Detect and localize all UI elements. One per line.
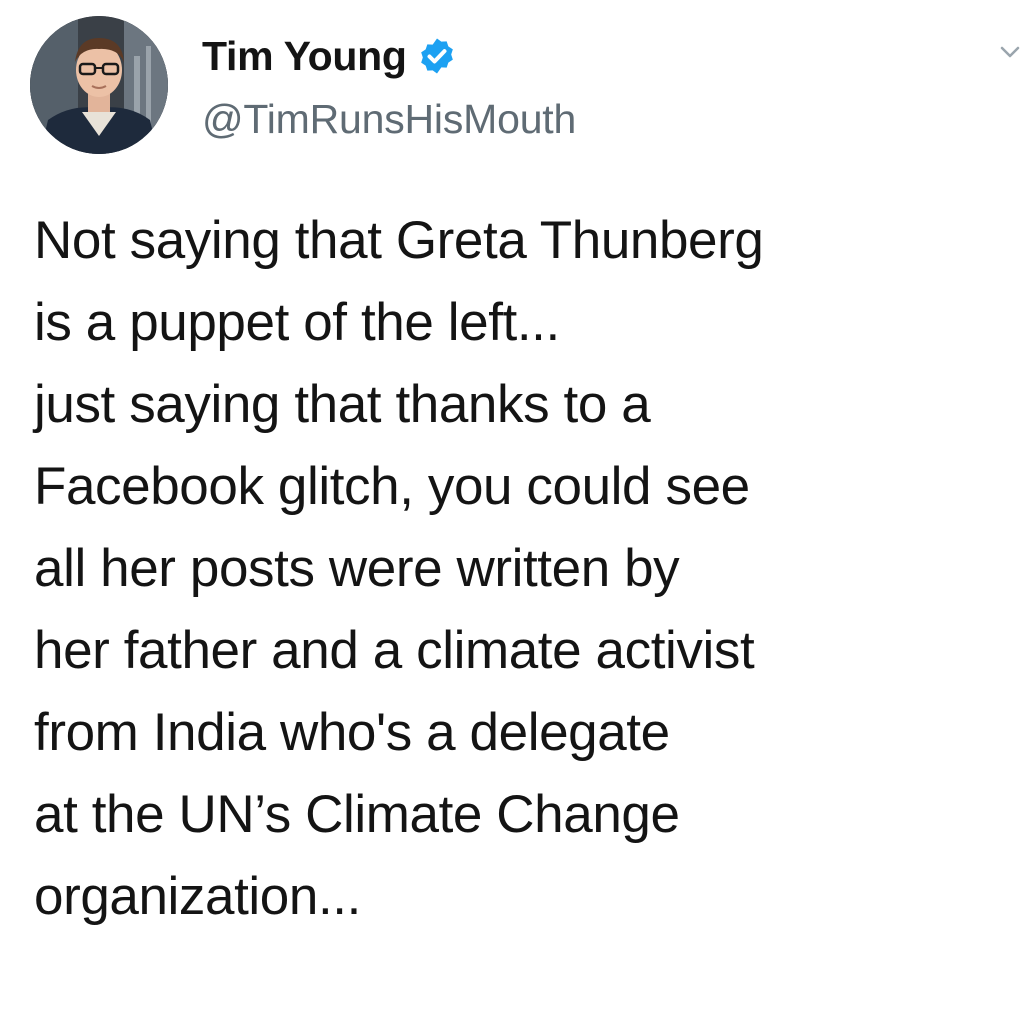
name-row: Tim Young <box>202 28 576 84</box>
tweet-text-line: Facebook glitch, you could see <box>34 457 750 516</box>
avatar-image <box>30 16 168 154</box>
tweet-text-line: from India who's a delegate <box>34 703 670 762</box>
display-name[interactable]: Tim Young <box>202 33 407 80</box>
tweet-text-line: all her posts were written by <box>34 539 680 598</box>
tweet-card: Tim Young @TimRunsHisMouth Not saying th… <box>0 0 1024 1012</box>
verified-badge-icon <box>420 38 453 74</box>
tweet-text-line: her father and a climate activist <box>34 621 755 680</box>
user-handle[interactable]: @TimRunsHisMouth <box>202 96 576 143</box>
tweet-text-line: Not saying that Greta Thunberg <box>34 211 764 270</box>
chevron-down-icon[interactable] <box>996 38 1024 66</box>
tweet-text-line: organization... <box>34 867 361 926</box>
tweet-text-line: just saying that thanks to a <box>34 375 651 434</box>
tweet-text: Not saying that Greta Thunberg is a pupp… <box>34 200 1019 938</box>
tweet-text-line: at the UN’s Climate Change <box>34 785 680 844</box>
tweet-header: Tim Young @TimRunsHisMouth <box>202 28 576 143</box>
avatar[interactable] <box>30 16 168 154</box>
tweet-text-line: is a puppet of the left... <box>34 293 560 352</box>
